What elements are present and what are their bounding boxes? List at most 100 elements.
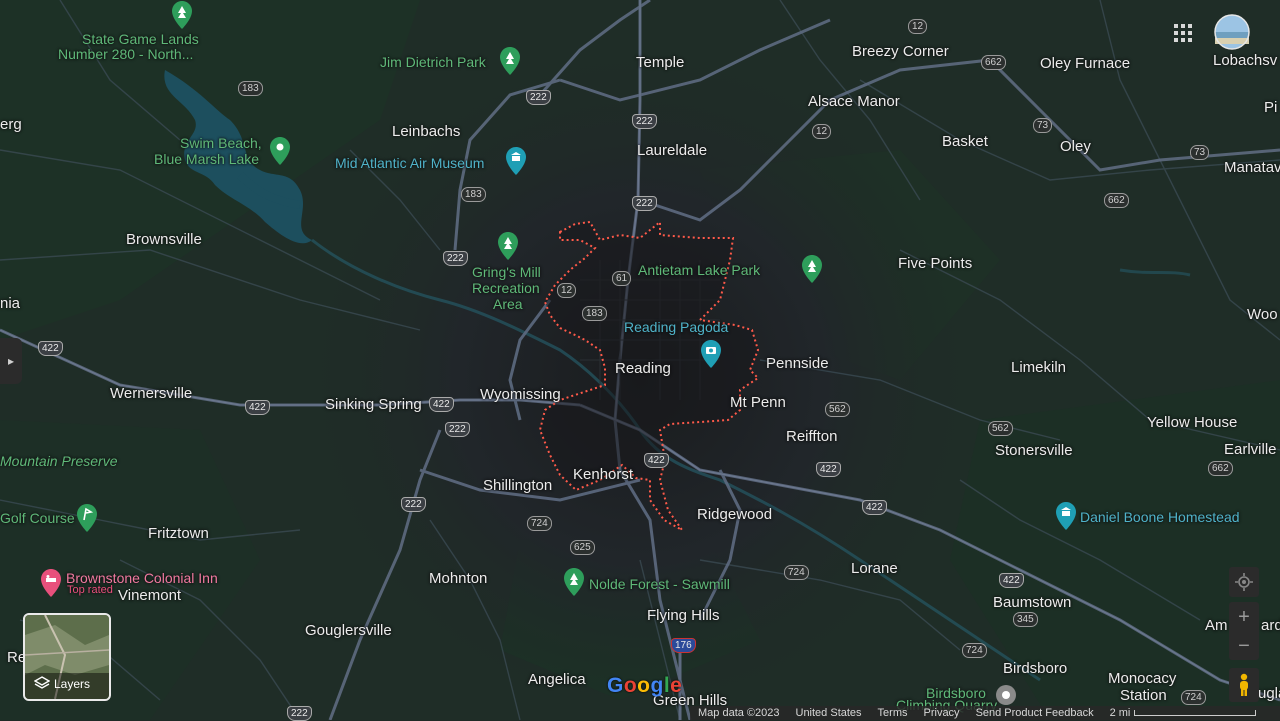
place-antietam-lake-park[interactable]: Antietam Lake Park [638,263,760,278]
place-monocacy[interactable]: Monocacy [1108,671,1176,687]
place-wernersville[interactable]: Wernersville [110,386,192,402]
place-ridgewood[interactable]: Ridgewood [697,507,772,523]
park-pin-icon[interactable] [801,254,823,284]
place-alsace-manor[interactable]: Alsace Manor [808,94,900,110]
place-blue-marsh-lake[interactable]: Blue Marsh Lake [154,152,259,167]
place-fritztown[interactable]: Fritztown [148,526,209,542]
place-leinbachs[interactable]: Leinbachs [392,124,460,140]
route-shield: 625 [570,540,595,555]
place-baumstown[interactable]: Baumstown [993,595,1071,611]
account-avatar[interactable] [1214,14,1250,50]
place-woo[interactable]: Woo [1247,307,1278,323]
place-golf-course[interactable]: Golf Course [0,511,75,526]
layers-label: Layers [54,677,91,691]
place-monocacy-station: Station [1120,687,1167,704]
place-reiffton[interactable]: Reiffton [786,429,837,445]
museum-pin-icon[interactable] [505,146,527,176]
interstate-shield: 176 [671,638,696,653]
place-nia[interactable]: nia [0,296,20,312]
place-vinemont[interactable]: Vinemont [118,588,181,604]
zoom-in-button[interactable]: + [1238,607,1250,627]
climbing-pin-icon[interactable] [995,683,1017,707]
us-route-shield: 222 [445,422,470,437]
place-jim-dietrich-park[interactable]: Jim Dietrich Park [380,55,486,70]
place-angelica[interactable]: Angelica [528,672,586,688]
camera-pin-icon[interactable] [700,339,722,369]
region-link[interactable]: United States [796,707,862,719]
place-mohnton[interactable]: Mohnton [429,571,487,587]
send-feedback-link[interactable]: Send Product Feedback [976,707,1094,719]
route-shield: 662 [1104,193,1129,208]
place-grings-mill[interactable]: Gring's Mill [472,265,541,280]
place-manatawny[interactable]: Manatav [1224,160,1280,176]
route-shield: 724 [1181,690,1206,705]
route-shield: 662 [981,55,1006,70]
place-laureldale[interactable]: Laureldale [637,143,707,159]
place-brownsville[interactable]: Brownsville [126,232,202,248]
place-kenhorst[interactable]: Kenhorst [573,467,633,483]
route-shield: 73 [1033,118,1053,133]
park-pin-icon[interactable] [563,567,585,597]
place-nolde-forest[interactable]: Nolde Forest - Sawmill [589,577,730,592]
golf-pin-icon[interactable] [76,503,98,533]
place-flying-hills[interactable]: Flying Hills [647,608,720,624]
place-lorane[interactable]: Lorane [851,561,898,577]
place-mt-penn[interactable]: Mt Penn [730,395,786,411]
zoom-out-button[interactable]: − [1238,636,1250,656]
us-route-shield: 422 [38,341,63,356]
place-yellow-house[interactable]: Yellow House [1147,415,1237,431]
my-location-button[interactable] [1229,567,1259,597]
place-mid-atlantic-air-museum[interactable]: Mid Atlantic Air Museum [335,156,484,171]
route-shield: 662 [1208,461,1233,476]
crosshair-icon [1235,573,1253,591]
park-pin-icon[interactable] [171,0,193,30]
place-pi[interactable]: Pi [1264,100,1277,116]
place-state-game-lands[interactable]: State Game Lands [82,32,199,47]
place-wyomissing[interactable]: Wyomissing [480,387,561,403]
park-pin-icon[interactable] [499,46,521,76]
us-route-shield: 422 [644,453,669,468]
place-limekiln[interactable]: Limekiln [1011,360,1066,376]
park-pin-icon[interactable] [269,136,291,166]
us-route-shield: 422 [862,500,887,515]
place-sinking-spring[interactable]: Sinking Spring [325,397,422,413]
scale-bar[interactable]: 2 mi [1110,707,1257,719]
route-shield: 73 [1190,145,1210,160]
place-ugla[interactable]: ugla [1258,686,1280,702]
place-erg[interactable]: erg [0,117,22,133]
place-grings-mill-3: Area [493,296,523,312]
place-reading-pagoda[interactable]: Reading Pagoda [624,320,728,335]
place-oley-furnace[interactable]: Oley Furnace [1040,56,1130,72]
place-shillington[interactable]: Shillington [483,478,552,494]
place-gouglersville[interactable]: Gouglersville [305,623,392,639]
place-breezy-corner[interactable]: Breezy Corner [852,44,949,60]
route-shield: 183 [582,306,607,321]
place-basket[interactable]: Basket [942,134,988,150]
place-birdsboro[interactable]: Birdsboro [1003,661,1067,677]
place-mountain-preserve[interactable]: Mountain Preserve [0,454,118,469]
privacy-link[interactable]: Privacy [924,707,960,719]
place-pennside[interactable]: Pennside [766,356,829,372]
place-temple[interactable]: Temple [636,55,684,71]
park-pin-icon[interactable] [497,231,519,261]
layers-icon [34,676,50,689]
place-state-game-lands-2[interactable]: Number 280 - North... [58,47,193,62]
layers-button[interactable]: Layers [23,613,111,701]
expand-panel-button[interactable]: ▸ [0,338,22,384]
apps-grid-icon[interactable] [1172,22,1194,44]
museum-pin-icon[interactable] [1055,501,1077,531]
route-shield: 12 [557,283,577,298]
hotel-pin-icon[interactable] [40,568,62,598]
terms-link[interactable]: Terms [878,707,908,719]
place-oley[interactable]: Oley [1060,139,1091,155]
place-ard[interactable]: ard [1261,618,1280,634]
place-reading[interactable]: Reading [615,361,671,377]
place-earlville[interactable]: Earlville [1224,442,1277,458]
place-stonersville[interactable]: Stonersville [995,443,1073,459]
place-lobachsville[interactable]: Lobachsv [1213,53,1277,69]
place-daniel-boone-homestead[interactable]: Daniel Boone Homestead [1080,510,1240,525]
place-five-points[interactable]: Five Points [898,256,972,272]
place-am[interactable]: Am [1205,618,1228,634]
street-view-pegman-button[interactable] [1229,668,1259,702]
place-swim-beach[interactable]: Swim Beach, [180,136,262,151]
